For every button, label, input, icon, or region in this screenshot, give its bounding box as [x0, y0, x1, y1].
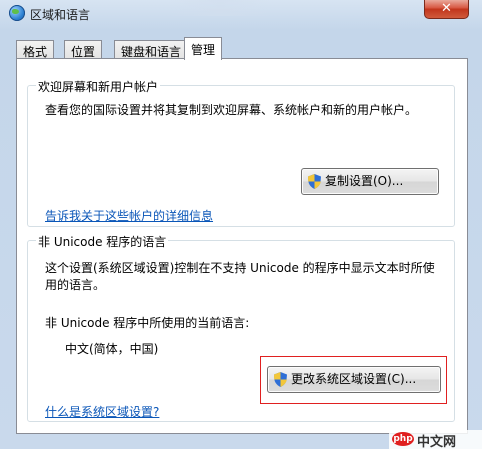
- watermark-logo: php: [392, 432, 414, 446]
- watermark-text: 中文网: [417, 435, 457, 449]
- copy-settings-button[interactable]: 复制设置(O)...: [301, 168, 439, 195]
- accounts-info-link[interactable]: 告诉我关于这些帐户的详细信息: [45, 208, 213, 225]
- tab-keyboards-languages[interactable]: 键盘和语言: [114, 40, 189, 59]
- welcome-description: 查看您的国际设置并将其复制到欢迎屏幕、系统帐户和新的用户帐户。: [45, 103, 418, 117]
- tab-formats[interactable]: 格式: [16, 40, 55, 59]
- non-unicode-group-title: 非 Unicode 程序的语言: [36, 233, 169, 250]
- non-unicode-description-line2: 用的语言。: [45, 278, 106, 292]
- welcome-screen-group: 欢迎屏幕和新用户帐户 查看您的国际设置并将其复制到欢迎屏幕、系统帐户和新的用户帐…: [27, 78, 455, 227]
- what-is-system-locale-link[interactable]: 什么是系统区域设置?: [45, 404, 159, 421]
- title-bar: 区域和语言 ✕: [0, 0, 482, 28]
- globe-icon: [9, 5, 25, 21]
- non-unicode-description-line1: 这个设置(系统区域设置)控制在不支持 Unicode 的程序中显示文本时所使: [45, 261, 435, 275]
- title-bar-gloss: [170, 0, 270, 16]
- uac-shield-icon: [308, 174, 321, 189]
- close-button[interactable]: ✕: [424, 0, 469, 19]
- region-language-dialog: 区域和语言 ✕ 格式 位置 键盘和语言 管理 欢迎屏幕和新用户帐户 查看您的国际…: [0, 0, 482, 449]
- current-language-label: 非 Unicode 程序中所使用的当前语言:: [45, 316, 250, 330]
- welcome-group-title: 欢迎屏幕和新用户帐户: [36, 78, 161, 95]
- tab-location[interactable]: 位置: [64, 40, 103, 59]
- watermark: php 中文网: [389, 430, 482, 449]
- current-language-value: 中文(简体，中国): [65, 342, 159, 356]
- copy-settings-label: 复制设置(O)...: [325, 174, 404, 188]
- window-title: 区域和语言: [30, 8, 91, 22]
- tab-administrative[interactable]: 管理: [184, 37, 223, 60]
- highlight-box: [260, 356, 447, 404]
